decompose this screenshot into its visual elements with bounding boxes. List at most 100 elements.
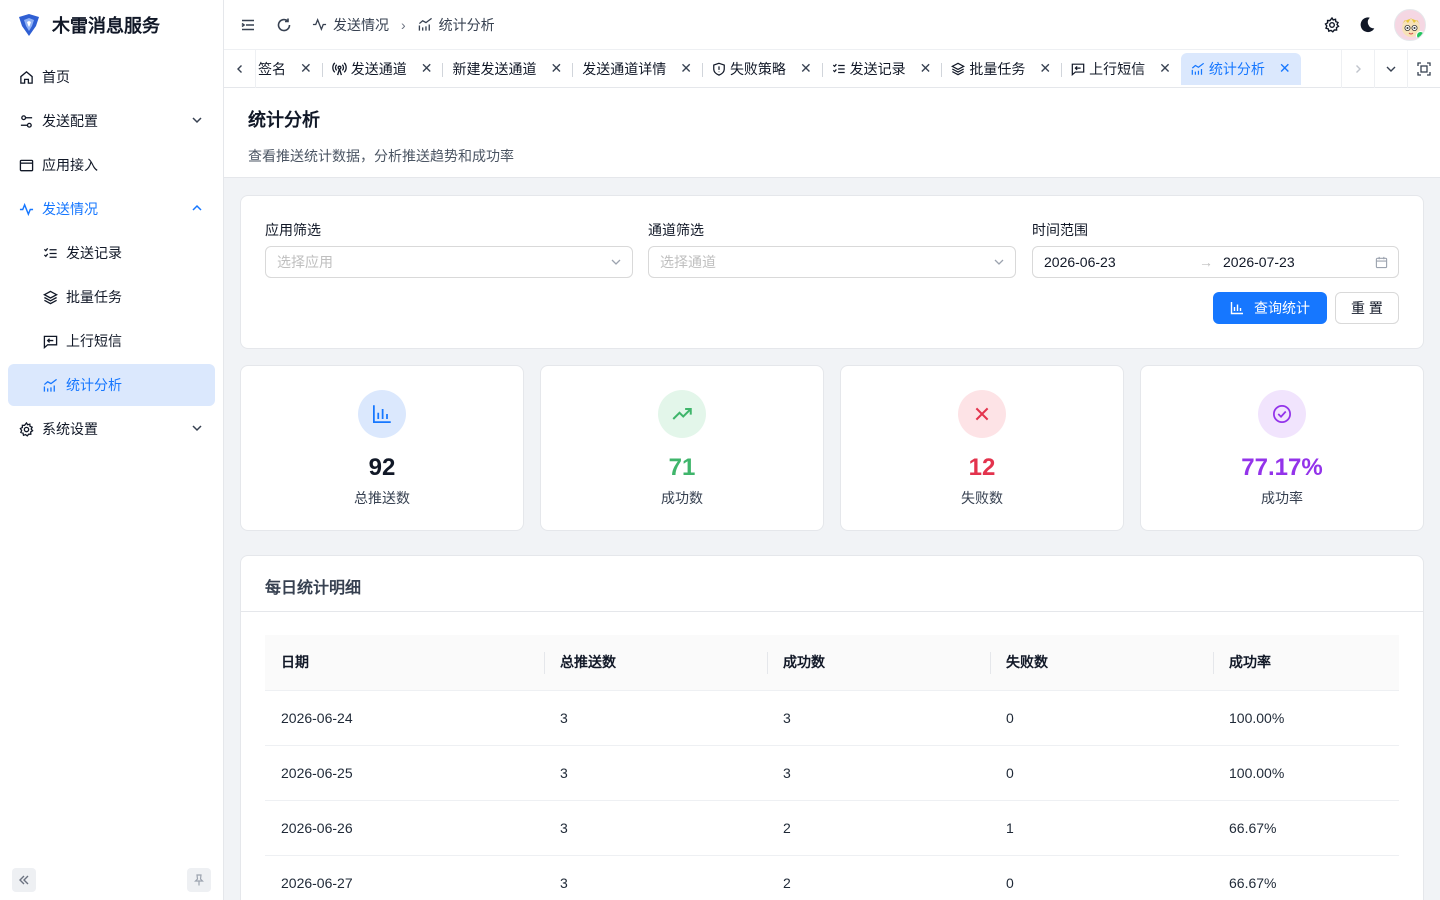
sidebar-item-send-config[interactable]: 发送配置 <box>8 100 215 142</box>
table-header-row: 日期 总推送数 成功数 失败数 成功率 <box>265 635 1399 691</box>
table-cell: 2026-06-25 <box>265 745 544 801</box>
close-icon[interactable]: ✕ <box>421 60 433 77</box>
settings-gear-icon[interactable] <box>1324 17 1340 33</box>
app-select[interactable]: 选择应用 <box>265 246 633 278</box>
sidebar-item-label: 统计分析 <box>66 377 122 393</box>
sidebar-item-inbound-sms[interactable]: 上行短信 <box>8 320 215 362</box>
table-cell: 2 <box>767 855 990 900</box>
menu-toggle-icon[interactable] <box>240 17 256 33</box>
chevron-down-icon <box>1386 66 1396 72</box>
close-icon[interactable]: ✕ <box>1279 60 1291 77</box>
table-cell: 3 <box>767 745 990 801</box>
stat-value: 77.17% <box>1241 454 1323 481</box>
sidebar-item-home[interactable]: 首页 <box>8 56 215 98</box>
channel-select[interactable]: 选择通道 <box>648 246 1016 278</box>
sidebar-item-label: 发送记录 <box>66 245 122 261</box>
stat-icon-wrap <box>358 390 406 438</box>
tabs-more-button[interactable] <box>1374 49 1407 88</box>
sidebar-item-send-records[interactable]: 发送记录 <box>8 232 215 274</box>
stat-value: 92 <box>368 454 396 481</box>
sidebar-item-system-settings[interactable]: 系统设置 <box>8 408 215 450</box>
range-filter-label: 时间范围 <box>1032 222 1088 238</box>
tab-list: 签名 ✕ 发送通道 ✕ 新建发送通道 ✕ 发送通道详情 ✕ 失败策略 ✕ 发送记… <box>256 50 1341 88</box>
app-filter: 应用筛选 选择应用 <box>265 220 633 278</box>
tab-signature[interactable]: 签名 ✕ <box>256 53 322 85</box>
list-check-icon <box>42 245 58 261</box>
moon-icon[interactable] <box>1358 16 1376 34</box>
tab-label: 新建发送通道 <box>452 60 537 77</box>
chevron-down-icon <box>192 425 202 432</box>
sidebar-item-label: 首页 <box>42 69 70 85</box>
table-row[interactable]: 2026-06-27 3 2 0 66.67% <box>265 855 1399 900</box>
app-select-placeholder: 选择应用 <box>277 254 333 270</box>
stat-value: 12 <box>968 454 996 481</box>
sidebar-item-batch-tasks[interactable]: 批量任务 <box>8 276 215 318</box>
tab-new-send-channel[interactable]: 新建发送通道 ✕ <box>442 53 572 85</box>
close-icon[interactable]: ✕ <box>1159 60 1171 77</box>
chevron-down-icon <box>611 259 621 265</box>
table-row[interactable]: 2026-06-26 3 2 1 66.67% <box>265 800 1399 856</box>
avatar[interactable] <box>1394 9 1426 41</box>
breadcrumb-item[interactable]: 发送情况 <box>333 15 389 35</box>
close-icon[interactable]: ✕ <box>1039 60 1051 77</box>
sidebar-item-statistics[interactable]: 统计分析 <box>8 364 215 406</box>
tab-send-channel-detail[interactable]: 发送通道详情 ✕ <box>572 53 702 85</box>
refresh-icon[interactable] <box>276 17 292 33</box>
top-header: 发送情况 › 统计分析 <box>224 0 1440 50</box>
table-cell: 1 <box>990 800 1213 856</box>
close-icon[interactable]: ✕ <box>550 60 562 77</box>
table-cell: 100.00% <box>1213 690 1399 746</box>
date-range-picker[interactable]: 2026-06-23 → 2026-07-23 <box>1032 246 1399 278</box>
close-icon[interactable]: ✕ <box>300 60 312 77</box>
pin-sidebar-button[interactable] <box>187 868 211 892</box>
daily-stats-title: 每日统计明细 <box>241 556 1423 612</box>
range-end-input[interactable]: 2026-07-23 <box>1223 254 1295 270</box>
table-row[interactable]: 2026-06-24 3 3 0 100.00% <box>265 690 1399 746</box>
breadcrumb-current: 统计分析 <box>438 16 495 33</box>
chevron-down-icon <box>994 259 1004 265</box>
stat-card-success: 71 成功数 <box>540 365 824 531</box>
column-header: 总推送数 <box>544 635 767 691</box>
tab-send-records[interactable]: 发送记录 ✕ <box>821 53 942 85</box>
sidebar-item-label: 系统设置 <box>42 421 98 437</box>
header-actions <box>1324 9 1426 41</box>
gear-icon <box>18 421 34 437</box>
table-cell: 2026-06-26 <box>265 800 544 856</box>
brand[interactable]: 木雷消息服务 <box>0 0 223 50</box>
tab-inbound-sms[interactable]: 上行短信 ✕ <box>1061 53 1181 85</box>
stat-card-success-rate: 77.17% 成功率 <box>1140 365 1424 531</box>
tab-statistics[interactable]: 统计分析 ✕ <box>1180 52 1301 85</box>
app-title: 木雷消息服务 <box>52 16 160 36</box>
table-cell: 3 <box>544 855 767 900</box>
stat-icon-wrap <box>1258 390 1306 438</box>
message-reply-icon <box>1071 63 1085 76</box>
close-icon[interactable]: ✕ <box>800 60 812 77</box>
column-header: 成功数 <box>767 635 990 691</box>
table-cell: 2 <box>767 800 990 856</box>
column-header: 成功率 <box>1213 635 1399 691</box>
tabs-scroll-left-button[interactable] <box>224 49 256 88</box>
double-chevron-left-icon <box>19 875 29 885</box>
fullscreen-button[interactable] <box>1407 49 1440 88</box>
sidebar-item-send-status[interactable]: 发送情况 <box>8 188 215 230</box>
message-reply-icon <box>42 333 58 349</box>
range-start-input[interactable]: 2026-06-23 <box>1044 254 1199 270</box>
sidebar-item-app-access[interactable]: 应用接入 <box>8 144 215 186</box>
reset-button[interactable]: 重 置 <box>1335 292 1399 324</box>
window-icon <box>18 157 34 173</box>
collapse-sidebar-button[interactable] <box>12 868 36 892</box>
tab-failure-policy[interactable]: 失败策略 ✕ <box>701 53 822 85</box>
chart-line-icon <box>42 377 58 393</box>
table-row[interactable]: 2026-06-25 3 3 0 100.00% <box>265 745 1399 801</box>
query-stats-button[interactable]: 查询统计 <box>1213 292 1327 324</box>
tab-batch-tasks[interactable]: 批量任务 ✕ <box>941 53 1061 85</box>
stat-label: 失败数 <box>961 490 1003 506</box>
tab-send-channel[interactable]: 发送通道 ✕ <box>321 53 443 85</box>
tab-label: 签名 <box>258 60 286 77</box>
close-icon[interactable]: ✕ <box>680 60 692 77</box>
logo-icon <box>19 14 39 36</box>
tabs-scroll-right-button[interactable] <box>1341 49 1374 88</box>
close-icon[interactable]: ✕ <box>920 60 932 77</box>
shield-icon <box>713 62 725 76</box>
sidebar-footer <box>12 868 211 892</box>
